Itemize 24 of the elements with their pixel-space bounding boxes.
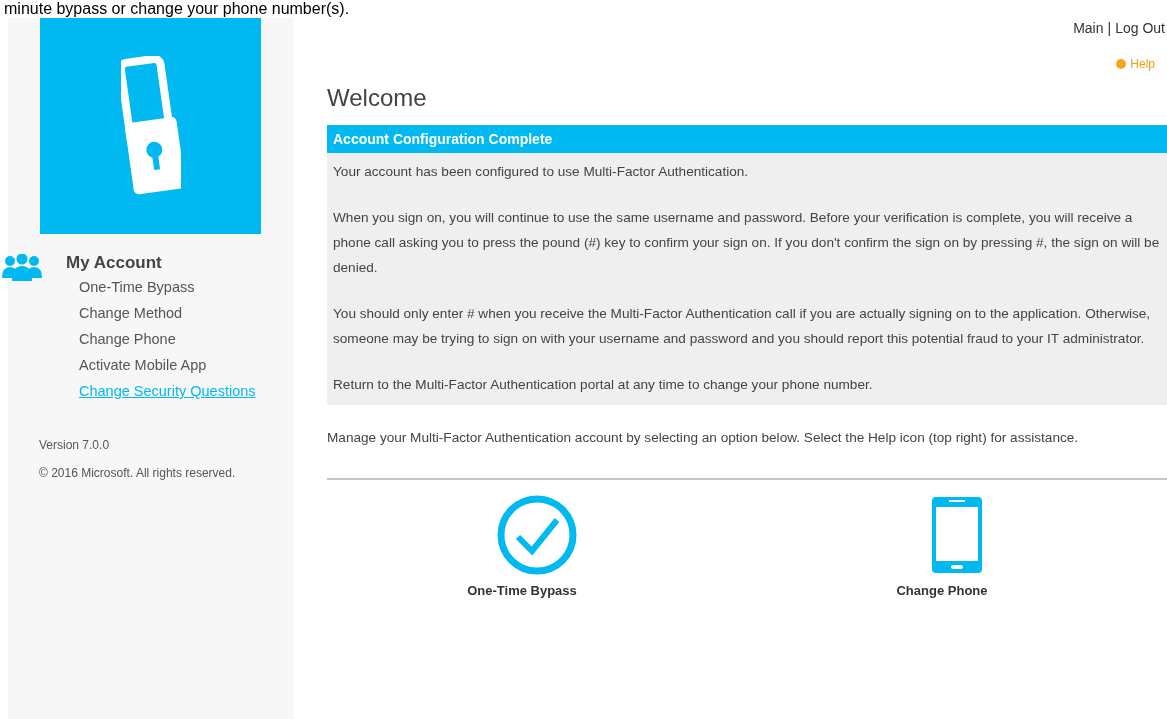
- alert-paragraph: Return to the Multi-Factor Authentication portal at any time to change your phone number.: [333, 376, 874, 394]
- separator-text: |: [1107, 19, 1112, 38]
- help-icon[interactable]: [1116, 59, 1127, 69]
- check-circle-icon[interactable]: [497, 495, 577, 575]
- intro-text: Manage your Multi-Factor Authentication account by selecting an option below. Select the Help icon (top right) for assistance.: [327, 429, 1080, 447]
- section-title: My Account: [66, 252, 163, 274]
- version-text: Version 7.0.0: [39, 437, 111, 454]
- copyright-text: © 2016 Microsoft. All rights reserved.: [39, 465, 237, 482]
- main-link[interactable]: Main: [1073, 18, 1104, 39]
- alert-paragraph: Your account has been configured to use Multi-Factor Authentication.: [333, 163, 750, 181]
- option-label[interactable]: Change Phone: [896, 581, 988, 601]
- option-label[interactable]: One-Time Bypass: [467, 581, 577, 601]
- nav-link[interactable]: Change Phone: [79, 326, 256, 352]
- page-title: Welcome: [327, 83, 428, 113]
- phone-icon[interactable]: [930, 495, 984, 575]
- alert-paragraph: You should only enter # when you receive the Multi-Factor Authentication call if you are actually signing on to the application. Otherwise, someone may be trying to sign on with your username and password and you should report this potential fraud to your IT administrator.: [333, 305, 1152, 348]
- logout-link[interactable]: Log Out: [1115, 18, 1165, 39]
- caption-text: minute bypass or change your phone number(s).: [4, 0, 351, 18]
- users-icon: [2, 254, 42, 282]
- nav-link[interactable]: Change Method: [79, 300, 256, 326]
- nav-link[interactable]: One-Time Bypass: [79, 274, 256, 300]
- nav-link[interactable]: Activate Mobile App: [79, 352, 256, 378]
- alert-title: Account Configuration Complete: [327, 125, 1167, 153]
- alert-paragraph: When you sign on, you will continue to use the same username and password. Before your verification is complete, you will receive a phone call asking you to press the pound (#) key to confirm your sign on. If you don't confirm the sign on by pressing #, the sign on will be denied.: [333, 209, 1161, 277]
